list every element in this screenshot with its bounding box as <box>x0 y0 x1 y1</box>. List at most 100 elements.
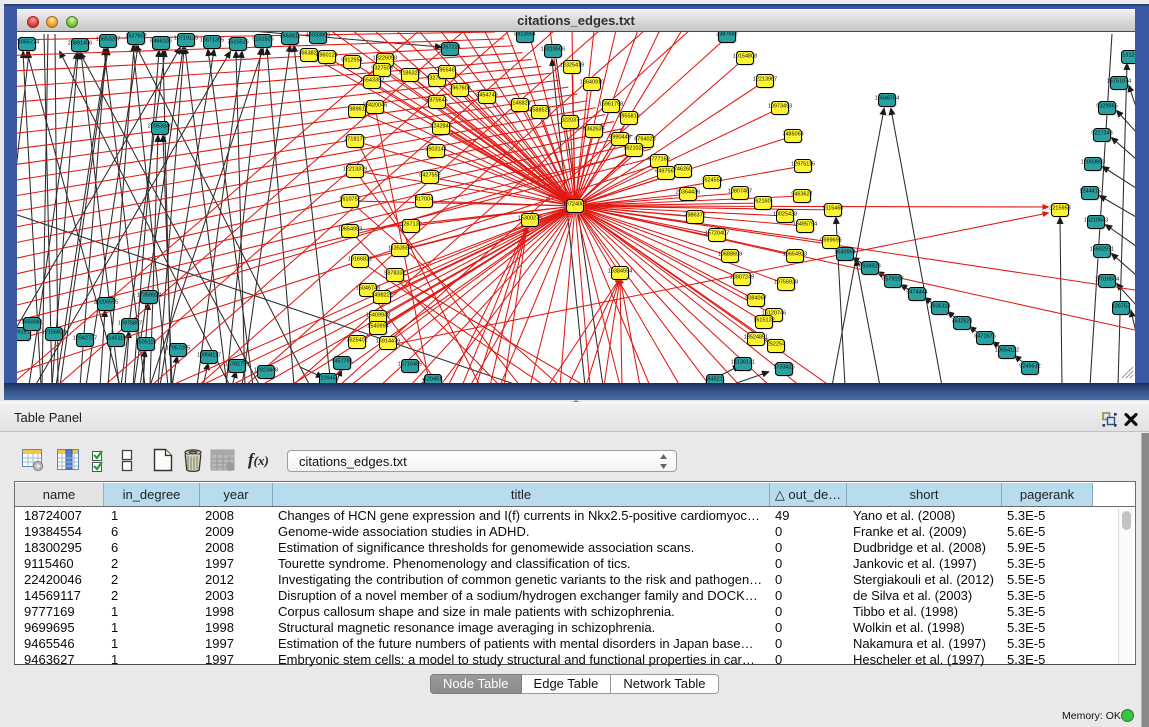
svg-text:1362635: 1362635 <box>583 127 604 133</box>
svg-text:1615132: 1615132 <box>753 318 774 324</box>
svg-text:6579197: 6579197 <box>882 277 903 283</box>
svg-text:16648784: 16648784 <box>875 96 899 102</box>
svg-text:17016504: 17016504 <box>1095 277 1119 283</box>
svg-text:12975115: 12975115 <box>791 162 815 168</box>
svg-text:18640910: 18640910 <box>580 80 604 86</box>
svg-text:7663811: 7663811 <box>279 34 300 40</box>
svg-text:17359924: 17359924 <box>137 293 161 299</box>
svg-text:16543382: 16543382 <box>360 78 384 84</box>
svg-text:9474444: 9474444 <box>906 290 927 296</box>
svg-text:7357224: 7357224 <box>439 45 460 51</box>
svg-text:19166822: 19166822 <box>348 257 372 263</box>
svg-text:18807249: 18807249 <box>730 275 754 281</box>
svg-text:9227343: 9227343 <box>1091 131 1112 137</box>
svg-text:8912954: 8912954 <box>341 58 362 64</box>
svg-text:16210643: 16210643 <box>1084 218 1108 224</box>
svg-text:14136141: 14136141 <box>731 360 755 366</box>
svg-text:19218506: 19218506 <box>541 47 565 53</box>
svg-text:1145119: 1145119 <box>106 336 127 342</box>
svg-text:822037: 822037 <box>561 118 579 124</box>
svg-text:417004: 417004 <box>415 197 433 203</box>
svg-text:9245632: 9245632 <box>1019 364 1040 370</box>
svg-text:95546: 95546 <box>439 68 454 74</box>
svg-text:10154808: 10154808 <box>733 54 757 60</box>
svg-text:9115460: 9115460 <box>822 206 843 212</box>
svg-text:11353594: 11353594 <box>388 246 412 252</box>
svg-text:13524851: 13524851 <box>744 335 768 341</box>
svg-text:20364436: 20364436 <box>676 190 700 196</box>
svg-text:84521: 84521 <box>707 377 722 383</box>
svg-text:12213339: 12213339 <box>343 167 367 173</box>
svg-text:9329966: 9329966 <box>1096 104 1117 110</box>
svg-text:15716485: 15716485 <box>398 362 422 368</box>
svg-text:8471676: 8471676 <box>974 334 995 340</box>
svg-text:19654923: 19654923 <box>783 252 807 258</box>
svg-text:12093853: 12093853 <box>1081 160 1105 166</box>
svg-text:6466100: 6466100 <box>150 39 171 45</box>
svg-text:10025438: 10025438 <box>773 212 797 218</box>
svg-text:1540994: 1540994 <box>367 324 388 330</box>
svg-text:98961: 98961 <box>349 107 364 113</box>
svg-text:1733426: 1733426 <box>773 365 794 371</box>
svg-text:1588520: 1588520 <box>529 108 550 114</box>
svg-text:10958117: 10958117 <box>197 353 221 359</box>
svg-text:3624554: 3624554 <box>701 178 722 184</box>
svg-text:2967608: 2967608 <box>449 86 470 92</box>
svg-text:15720407: 15720407 <box>705 231 729 237</box>
svg-text:9777169: 9777169 <box>648 157 669 163</box>
svg-text:13325419: 13325419 <box>560 63 584 69</box>
svg-text:9463627: 9463627 <box>791 192 812 198</box>
svg-text:7515526: 7515526 <box>227 40 248 46</box>
svg-text:13125: 13125 <box>1122 53 1135 59</box>
svg-text:1650061: 1650061 <box>21 320 42 326</box>
svg-text:10719135: 10719135 <box>174 36 198 42</box>
svg-text:13724007: 13724007 <box>563 202 587 208</box>
svg-text:15300275: 15300275 <box>518 216 542 222</box>
svg-text:9242848: 9242848 <box>430 124 451 130</box>
svg-text:8427552: 8427552 <box>419 173 440 179</box>
svg-text:10688609: 10688609 <box>718 252 742 258</box>
svg-text:16961758: 16961758 <box>599 102 623 108</box>
svg-text:12923448: 12923448 <box>254 368 278 374</box>
svg-text:19384554: 19384554 <box>608 269 632 275</box>
svg-text:8186323: 8186323 <box>399 71 420 77</box>
svg-text:746260: 746260 <box>674 167 692 173</box>
svg-text:15409948: 15409948 <box>366 313 390 319</box>
svg-text:20206555: 20206555 <box>94 300 118 306</box>
svg-text:2718176: 2718176 <box>344 137 365 143</box>
svg-text:10653267: 10653267 <box>96 37 120 43</box>
svg-text:16033809: 16033809 <box>306 33 330 39</box>
svg-text:13495794: 13495794 <box>793 222 817 228</box>
svg-text:12156829: 12156829 <box>42 330 66 336</box>
svg-text:1244415: 1244415 <box>1079 189 1100 195</box>
svg-text:2603144: 2603144 <box>425 147 446 153</box>
svg-text:15751074: 15751074 <box>1107 79 1131 85</box>
svg-text:7625402: 7625402 <box>346 338 367 344</box>
svg-text:20691406: 20691406 <box>68 41 92 47</box>
svg-text:1610752: 1610752 <box>339 197 360 203</box>
svg-text:10654122: 10654122 <box>995 348 1019 354</box>
svg-text:7632621: 7632621 <box>951 319 972 325</box>
svg-text:120451: 120451 <box>424 377 442 383</box>
svg-text:3875645: 3875645 <box>426 98 447 104</box>
svg-text:3267130: 3267130 <box>400 222 421 228</box>
svg-text:8454749: 8454749 <box>476 93 497 99</box>
svg-text:9084067: 9084067 <box>745 296 766 302</box>
svg-text:19654983: 19654983 <box>338 227 362 233</box>
svg-text:252254: 252254 <box>767 342 785 348</box>
svg-text:7955812: 7955812 <box>618 114 639 120</box>
svg-text:19756928: 19756928 <box>774 280 798 286</box>
svg-text:1621025: 1621025 <box>623 146 644 152</box>
svg-text:8960124: 8960124 <box>316 53 337 59</box>
svg-text:7986372: 7986372 <box>684 213 705 219</box>
svg-text:126753: 126753 <box>1112 304 1130 310</box>
svg-text:0699695: 0699695 <box>820 238 841 244</box>
svg-text:9327508: 9327508 <box>371 66 392 72</box>
svg-text:1498222: 1498222 <box>371 293 392 299</box>
svg-text:5878332: 5878332 <box>384 271 405 277</box>
svg-text:9457791: 9457791 <box>331 359 352 365</box>
svg-text:10807487: 10807487 <box>728 189 752 195</box>
svg-text:2935114: 2935114 <box>929 304 950 310</box>
svg-text:62160: 62160 <box>755 199 770 205</box>
svg-text:6794028: 6794028 <box>634 137 655 143</box>
